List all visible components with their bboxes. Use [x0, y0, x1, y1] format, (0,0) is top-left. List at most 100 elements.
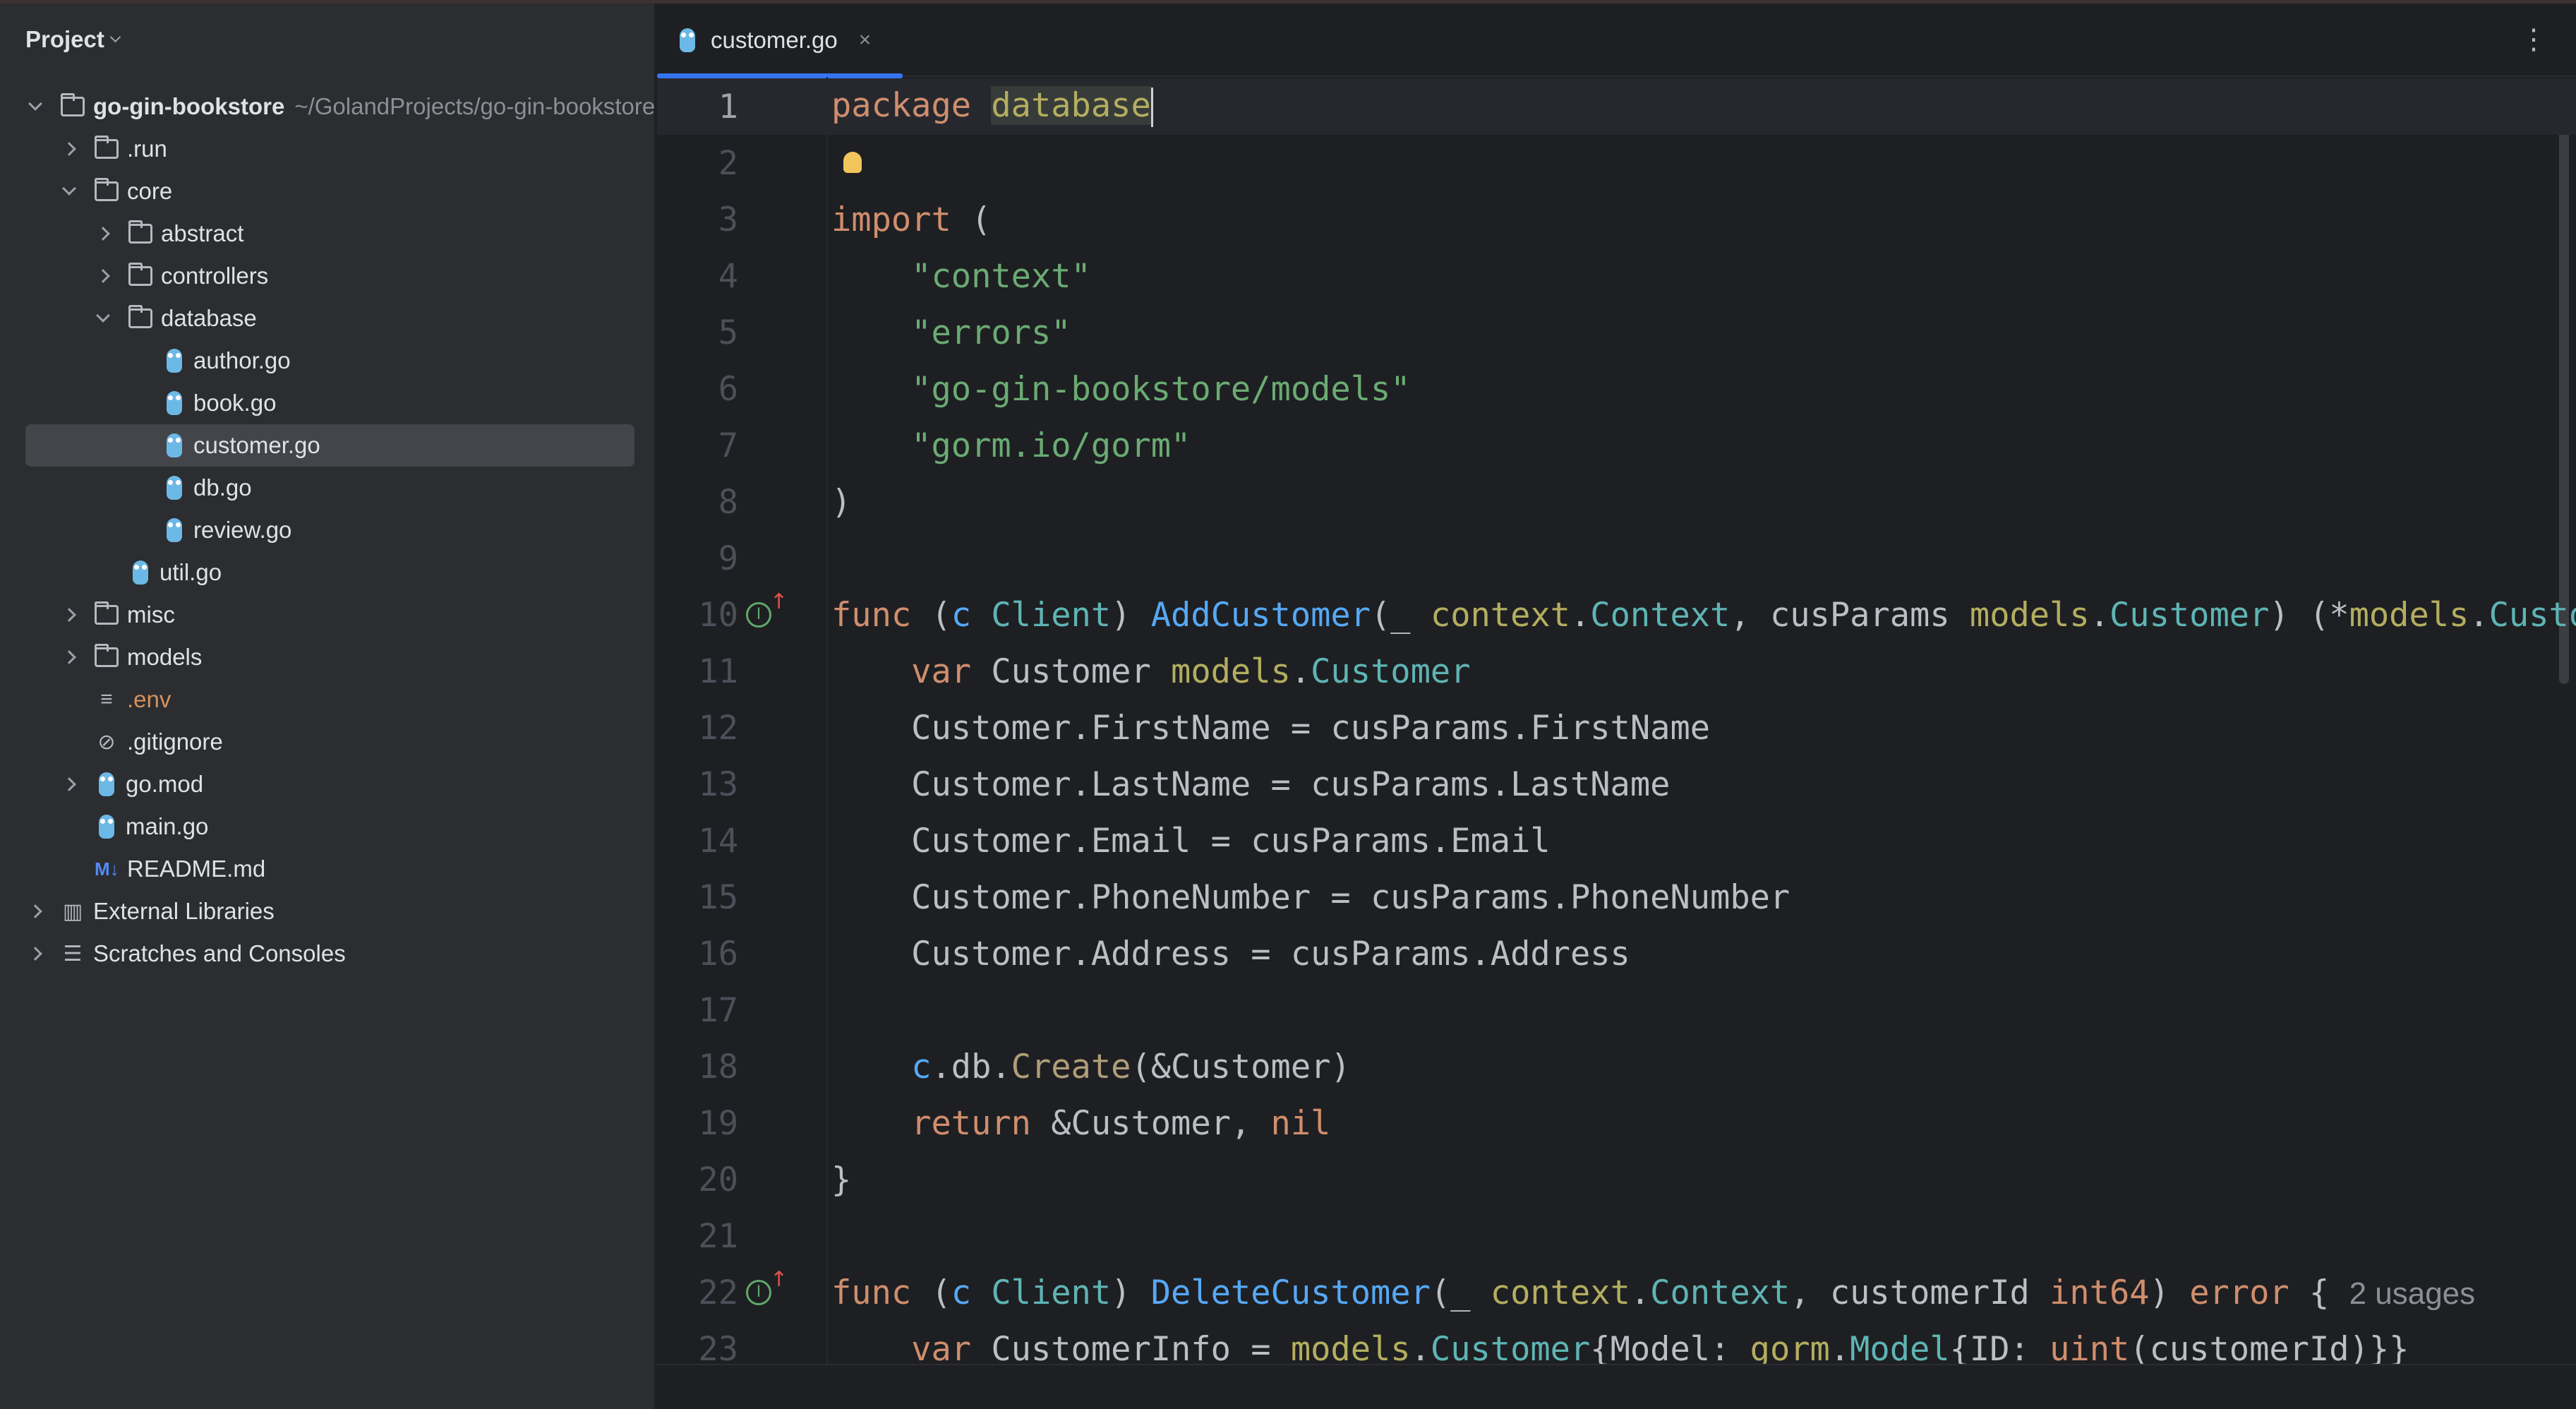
code-line[interactable]: 9	[657, 530, 2576, 587]
gopher-icon	[167, 391, 182, 415]
code-line[interactable]: 2	[657, 135, 2576, 191]
code-line[interactable]: 19 return &Customer, nil	[657, 1095, 2576, 1151]
code-text[interactable]: Customer.FirstName = cusParams.FirstName	[831, 709, 1710, 748]
code-text[interactable]: Customer.LastName = cusParams.LastName	[831, 765, 1670, 804]
code-text[interactable]: "context"	[831, 257, 1091, 296]
code-line[interactable]: 12 Customer.FirstName = cusParams.FirstN…	[657, 700, 2576, 756]
tab-customer-go[interactable]: customer.go ×	[657, 4, 903, 78]
tree-item-readme-md[interactable]: M↓ README.md	[0, 848, 656, 890]
chevron-right-icon[interactable]	[59, 777, 79, 791]
tree-item--run[interactable]: .run	[0, 128, 656, 170]
tree-item-book-go[interactable]: book.go	[0, 382, 656, 424]
code-line[interactable]: 6 "go-gin-bookstore/models"	[657, 361, 2576, 417]
tree-item-database[interactable]: database	[0, 297, 656, 340]
code-text[interactable]: import (	[831, 200, 991, 239]
code-line[interactable]: 4 "context"	[657, 248, 2576, 304]
tree-item-external-libraries[interactable]: ▥ External Libraries	[0, 890, 656, 933]
tree-item-abstract[interactable]: abstract	[0, 212, 656, 255]
tree-item-label: .run	[127, 136, 167, 162]
lightbulb-icon[interactable]	[843, 152, 862, 173]
code-text[interactable]: c.db.Create(&Customer)	[831, 1048, 1351, 1086]
code-text[interactable]: Customer.Address = cusParams.Address	[831, 935, 1630, 973]
code-text[interactable]: return &Customer, nil	[831, 1104, 1330, 1143]
code-text[interactable]: Customer.PhoneNumber = cusParams.PhoneNu…	[831, 878, 1790, 917]
go-to-interface-arrow-icon[interactable]: ↑	[770, 1267, 788, 1292]
chevron-right-icon[interactable]	[25, 947, 45, 961]
chevron-right-icon[interactable]	[25, 904, 45, 918]
usages-inlay-hint[interactable]: 2 usages	[2349, 1276, 2476, 1311]
code-line[interactable]: 13 Customer.LastName = cusParams.LastNam…	[657, 756, 2576, 813]
tree-item-go-mod[interactable]: go.mod	[0, 763, 656, 805]
implements-interface-icon[interactable]: I	[746, 1280, 771, 1305]
code-line[interactable]: 22 func (c Client) DeleteCustomer(_ conte…	[657, 1264, 2576, 1321]
chevron-glyph	[96, 269, 110, 283]
code-line[interactable]: 1 package database	[657, 78, 2576, 135]
code-line[interactable]: 15 Customer.PhoneNumber = cusParams.Phon…	[657, 869, 2576, 925]
code-text[interactable]: package database	[831, 85, 1153, 128]
tree-item--env[interactable]: ≡ .env	[0, 678, 656, 721]
code-text[interactable]: "errors"	[831, 313, 1071, 352]
code-line[interactable]: 17	[657, 982, 2576, 1038]
chevron-down-icon[interactable]	[59, 181, 79, 196]
code-line[interactable]: 18 c.db.Create(&Customer)	[657, 1038, 2576, 1095]
chevron-right-icon[interactable]	[59, 608, 79, 622]
chevron-right-icon[interactable]	[93, 269, 113, 283]
implements-interface-icon[interactable]: I	[746, 602, 771, 628]
code-text[interactable]: }	[831, 1161, 851, 1199]
project-view-selector[interactable]: Project	[25, 26, 121, 53]
tree-item-main-go[interactable]: main.go	[0, 805, 656, 848]
tree-item-util-go[interactable]: util.go	[0, 551, 656, 594]
code-token: context	[1430, 595, 1570, 635]
chevron-right-icon[interactable]	[93, 227, 113, 241]
line-number: 4	[718, 256, 738, 296]
code-line[interactable]: 21	[657, 1208, 2576, 1264]
code-text[interactable]: func (c Client) DeleteCustomer(_ context…	[831, 1273, 2475, 1312]
code-line[interactable]: 7 "gorm.io/gorm"	[657, 417, 2576, 474]
code-text[interactable]: func (c Client) AddCustomer(_ context.Co…	[831, 596, 2576, 635]
close-icon[interactable]: ×	[859, 28, 872, 52]
tab-label: customer.go	[711, 27, 838, 53]
code-editor[interactable]: ✓ 1package database23import (4 "context"…	[657, 77, 2576, 1364]
tree-item-controllers[interactable]: controllers	[0, 255, 656, 297]
code-line[interactable]: 16 Customer.Address = cusParams.Address	[657, 925, 2576, 982]
code-token: func	[831, 1273, 932, 1312]
tree-item-misc[interactable]: misc	[0, 594, 656, 636]
code-line[interactable]: 3 import (	[657, 191, 2576, 248]
code-line[interactable]: 14 Customer.Email = cusParams.Email	[657, 813, 2576, 869]
code-line[interactable]: 5 "errors"	[657, 304, 2576, 361]
tree-item-author-go[interactable]: author.go	[0, 340, 656, 382]
code-line[interactable]: 23 var CustomerInfo = models.Customer{Mo…	[657, 1321, 2576, 1365]
code-text[interactable]: Customer.Email = cusParams.Email	[831, 822, 1551, 861]
tree-item-label: customer.go	[193, 432, 320, 458]
tree-item--gitignore[interactable]: ⊘ .gitignore	[0, 721, 656, 763]
line-number: 8	[718, 482, 738, 522]
code-text[interactable]: "go-gin-bookstore/models"	[831, 370, 1410, 409]
code-line[interactable]: 10 func (c Client) AddCustomer(_ context.…	[657, 587, 2576, 643]
code-token: .db.	[931, 1047, 1011, 1086]
tree-item-go-gin-bookstore[interactable]: go-gin-bookstore ~/GolandProjects/go-gin-…	[0, 85, 656, 128]
code-token: Context	[1590, 595, 1731, 635]
go-to-interface-arrow-icon[interactable]: ↑	[770, 589, 788, 614]
chevron-right-icon[interactable]	[59, 650, 79, 664]
more-options-icon[interactable]: ⋮	[2520, 23, 2548, 56]
code-text[interactable]: )	[831, 483, 851, 522]
tree-item-scratches-and-consoles[interactable]: ☰ Scratches and Consoles	[0, 933, 656, 975]
tree-item-db-go[interactable]: db.go	[0, 467, 656, 509]
chevron-glyph	[96, 227, 110, 241]
tree-item-customer-go[interactable]: customer.go	[25, 424, 634, 467]
tree-item-models[interactable]: models	[0, 636, 656, 678]
tree-item-core[interactable]: core	[0, 170, 656, 212]
code-token: .	[1829, 1329, 1850, 1365]
code-line[interactable]: 8)	[657, 474, 2576, 530]
code-line[interactable]: 20}	[657, 1151, 2576, 1208]
chevron-down-icon[interactable]	[25, 97, 45, 111]
code-text[interactable]: "gorm.io/gorm"	[831, 426, 1191, 465]
code-token: Context	[1650, 1273, 1790, 1312]
code-text[interactable]: var CustomerInfo = models.Customer{Model…	[831, 1330, 2409, 1365]
chevron-down-icon[interactable]	[93, 308, 113, 323]
code-line[interactable]: 11 var Customer models.Customer	[657, 643, 2576, 700]
chevron-right-icon[interactable]	[59, 142, 79, 156]
code-text[interactable]: var Customer models.Customer	[831, 652, 1470, 691]
tree-item-review-go[interactable]: review.go	[0, 509, 656, 551]
